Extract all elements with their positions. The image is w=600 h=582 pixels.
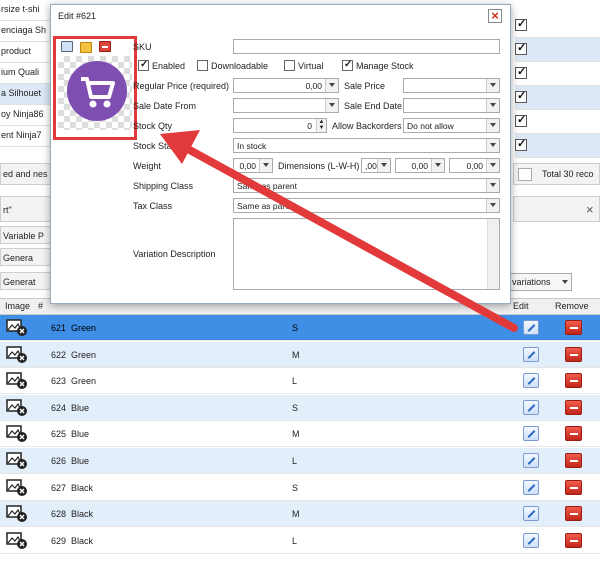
annotation-arrow: [160, 130, 518, 332]
